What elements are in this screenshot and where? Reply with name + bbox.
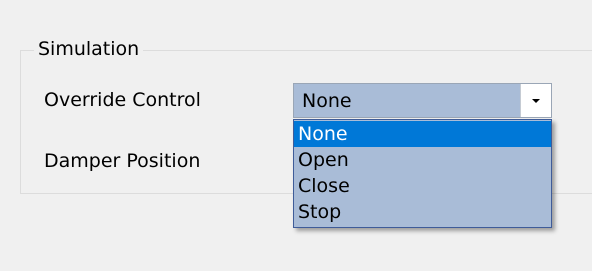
override-control-dropdown-list: None Open Close Stop [293, 119, 552, 228]
damper-position-label: Damper Position [44, 150, 201, 172]
override-control-label: Override Control [44, 89, 201, 111]
dropdown-option-stop[interactable]: Stop [294, 199, 551, 225]
override-control-selected-value: None [302, 89, 352, 112]
override-control-combobox[interactable]: None [293, 83, 552, 118]
chevron-down-icon [532, 98, 540, 103]
simulation-groupbox-title: Simulation [34, 36, 144, 62]
dropdown-option-none[interactable]: None [294, 121, 551, 147]
dropdown-option-open[interactable]: Open [294, 147, 551, 173]
dropdown-option-close[interactable]: Close [294, 173, 551, 199]
dropdown-arrow-button[interactable] [521, 84, 551, 117]
